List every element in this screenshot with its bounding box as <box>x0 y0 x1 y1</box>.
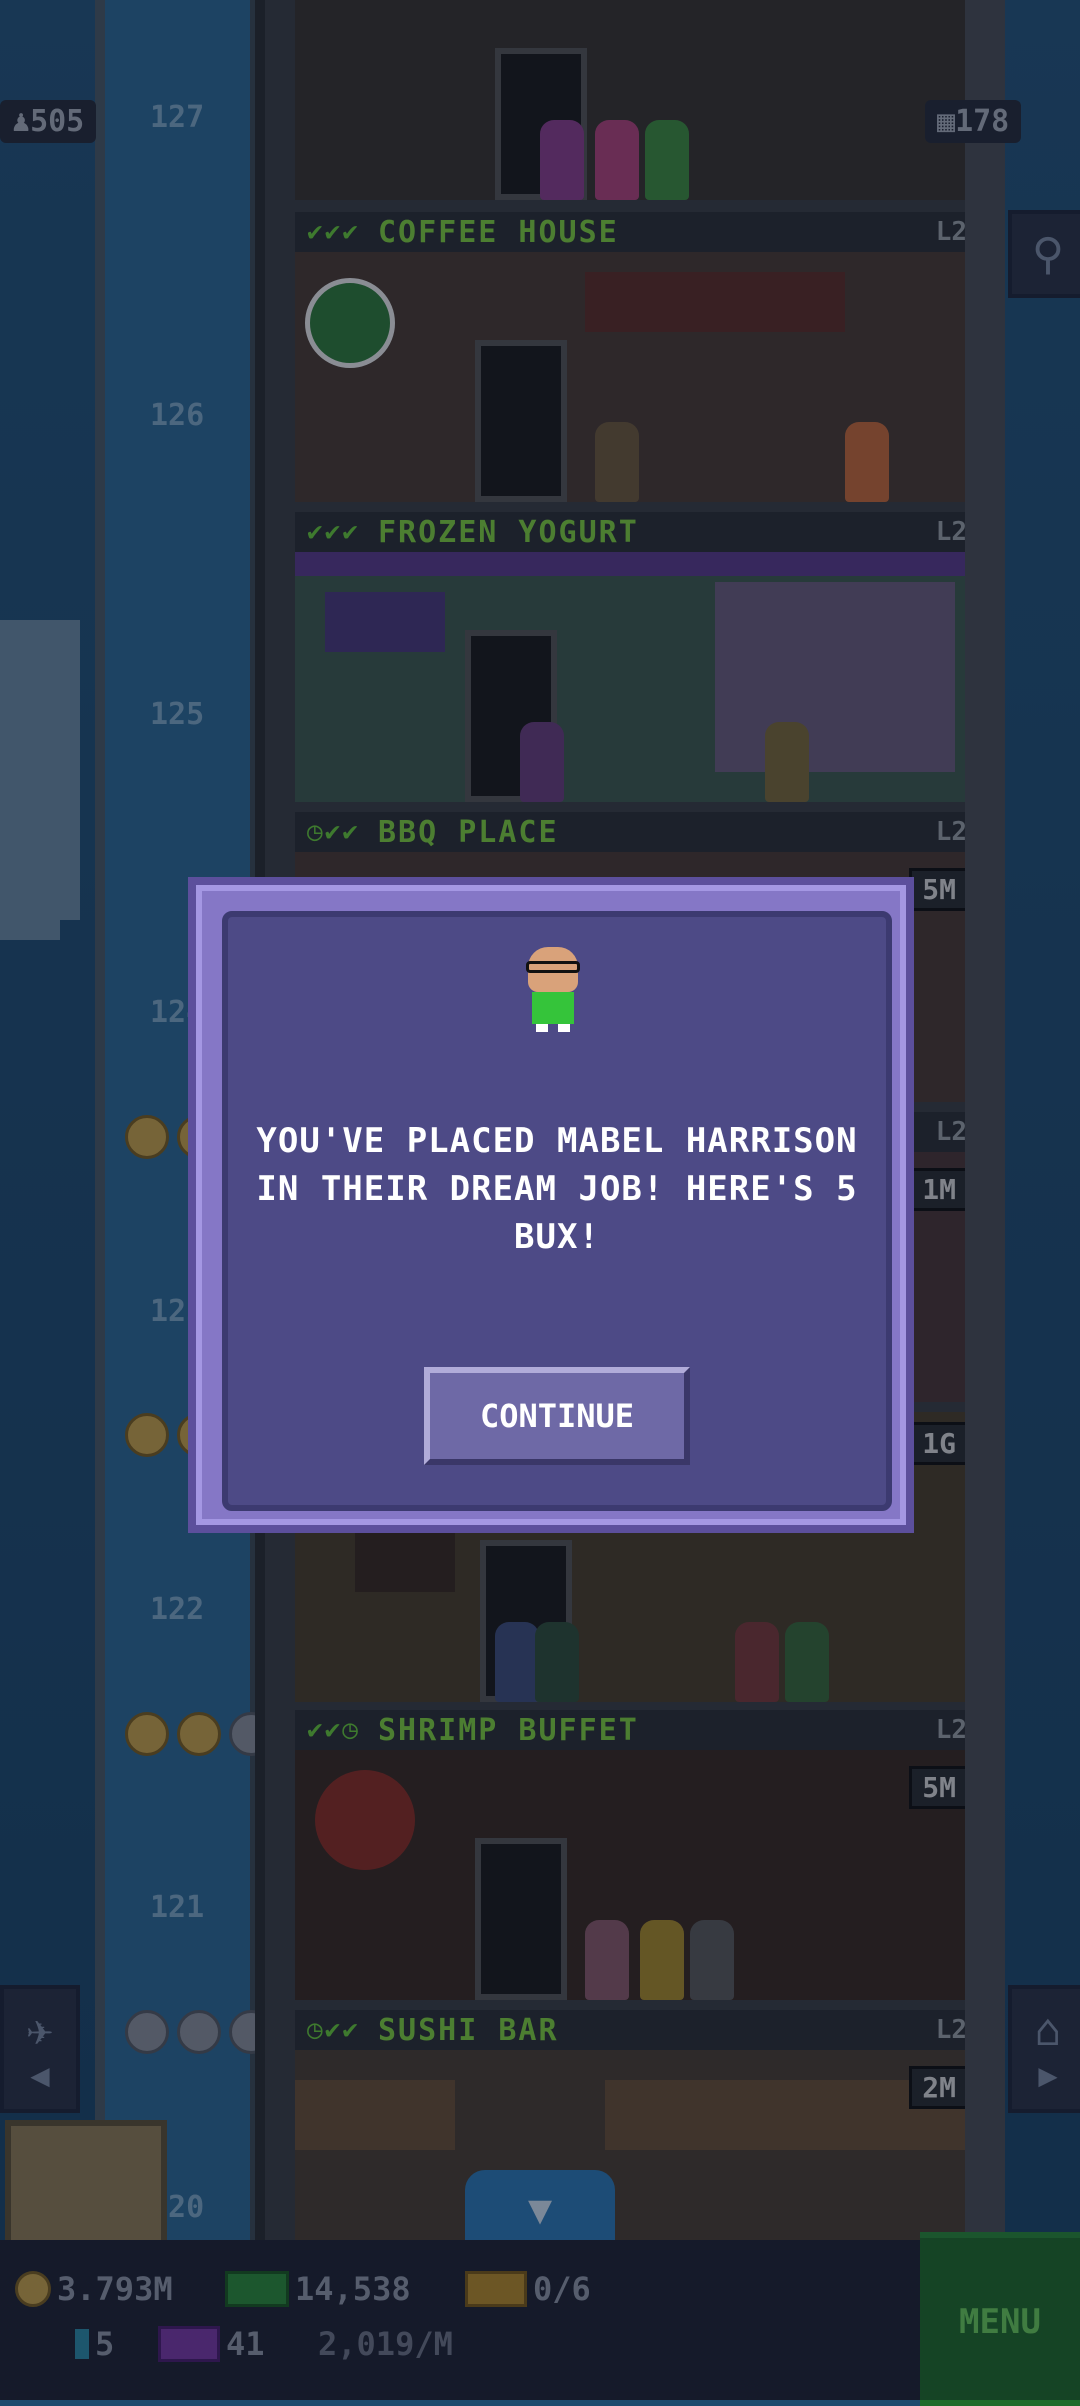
dialog-message: YOU'VE PLACED MABEL HARRISON IN THEIR DR… <box>256 1121 858 1257</box>
dialog-panel: YOU'VE PLACED MABEL HARRISON IN THEIR DR… <box>222 911 892 1511</box>
continue-button[interactable]: CONTINUE <box>424 1367 690 1465</box>
reward-dialog: YOU'VE PLACED MABEL HARRISON IN THEIR DR… <box>188 877 914 1533</box>
bitizen-avatar <box>518 947 588 1037</box>
